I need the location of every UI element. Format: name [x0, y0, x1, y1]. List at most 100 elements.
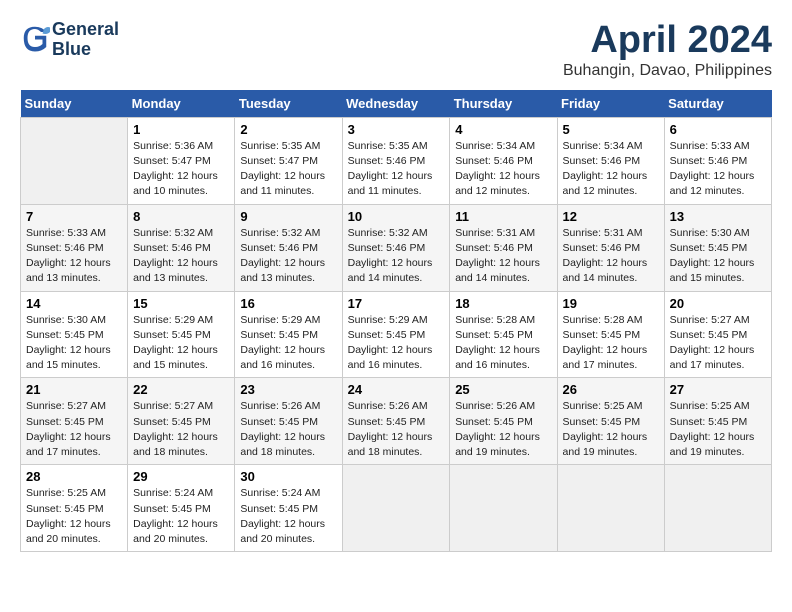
- day-number: 15: [133, 296, 229, 311]
- month-title: April 2024: [563, 20, 772, 62]
- calendar-cell: 30 Sunrise: 5:24 AMSunset: 5:45 PMDayligh…: [235, 465, 342, 552]
- calendar-week-row: 28 Sunrise: 5:25 AMSunset: 5:45 PMDayligh…: [21, 465, 772, 552]
- day-number: 13: [670, 209, 766, 224]
- calendar-week-row: 1 Sunrise: 5:36 AMSunset: 5:47 PMDaylight…: [21, 117, 772, 204]
- day-info: Sunrise: 5:26 AMSunset: 5:45 PMDaylight:…: [348, 399, 445, 460]
- day-number: 9: [240, 209, 336, 224]
- calendar-cell: 15Sunrise: 5:29 AMSunset: 5:45 PMDayligh…: [128, 291, 235, 378]
- calendar-cell: 27 Sunrise: 5:25 AMSunset: 5:45 PMDayligh…: [664, 378, 771, 465]
- day-number: 21: [26, 382, 122, 397]
- column-header-sunday: Sunday: [21, 90, 128, 118]
- day-number: 12: [563, 209, 659, 224]
- column-header-wednesday: Wednesday: [342, 90, 450, 118]
- logo-icon: [20, 23, 50, 53]
- day-number: 14: [26, 296, 122, 311]
- day-number: 7: [26, 209, 122, 224]
- day-number: 22: [133, 382, 229, 397]
- day-info: Sunrise: 5:35 AMSunset: 5:47 PMDaylight:…: [240, 139, 336, 200]
- day-info: Sunrise: 5:28 AMSunset: 5:45 PMDaylight:…: [563, 313, 659, 374]
- calendar-cell: 26Sunrise: 5:25 AMSunset: 5:45 PMDayligh…: [557, 378, 664, 465]
- calendar-cell: 6 Sunrise: 5:33 AMSunset: 5:46 PMDaylight…: [664, 117, 771, 204]
- day-info: Sunrise: 5:35 AMSunset: 5:46 PMDaylight:…: [348, 139, 445, 200]
- column-header-monday: Monday: [128, 90, 235, 118]
- calendar-cell: 28 Sunrise: 5:25 AMSunset: 5:45 PMDayligh…: [21, 465, 128, 552]
- day-info: Sunrise: 5:33 AMSunset: 5:46 PMDaylight:…: [26, 226, 122, 287]
- calendar-cell: 14 Sunrise: 5:30 AMSunset: 5:45 PMDayligh…: [21, 291, 128, 378]
- day-info: Sunrise: 5:25 AMSunset: 5:45 PMDaylight:…: [670, 399, 766, 460]
- day-number: 16: [240, 296, 336, 311]
- calendar-cell: 18 Sunrise: 5:28 AMSunset: 5:45 PMDayligh…: [450, 291, 557, 378]
- calendar-week-row: 14 Sunrise: 5:30 AMSunset: 5:45 PMDayligh…: [21, 291, 772, 378]
- day-info: Sunrise: 5:27 AMSunset: 5:45 PMDaylight:…: [670, 313, 766, 374]
- day-number: 8: [133, 209, 229, 224]
- day-number: 27: [670, 382, 766, 397]
- calendar-cell: 22 Sunrise: 5:27 AMSunset: 5:45 PMDayligh…: [128, 378, 235, 465]
- calendar-cell: 2 Sunrise: 5:35 AMSunset: 5:47 PMDaylight…: [235, 117, 342, 204]
- day-number: 11: [455, 209, 551, 224]
- logo-line2: Blue: [52, 40, 119, 60]
- day-number: 24: [348, 382, 445, 397]
- calendar-cell: [664, 465, 771, 552]
- day-info: Sunrise: 5:31 AMSunset: 5:46 PMDaylight:…: [455, 226, 551, 287]
- day-number: 10: [348, 209, 445, 224]
- title-block: April 2024 Buhangin, Davao, Philippines: [563, 20, 772, 80]
- calendar-cell: 5 Sunrise: 5:34 AMSunset: 5:46 PMDaylight…: [557, 117, 664, 204]
- calendar-cell: 17Sunrise: 5:29 AMSunset: 5:45 PMDayligh…: [342, 291, 450, 378]
- column-header-tuesday: Tuesday: [235, 90, 342, 118]
- calendar-cell: [21, 117, 128, 204]
- day-info: Sunrise: 5:27 AMSunset: 5:45 PMDaylight:…: [26, 399, 122, 460]
- day-number: 4: [455, 122, 551, 137]
- day-number: 30: [240, 469, 336, 484]
- logo: General Blue: [20, 20, 119, 60]
- day-info: Sunrise: 5:28 AMSunset: 5:45 PMDaylight:…: [455, 313, 551, 374]
- logo-text: General Blue: [52, 20, 119, 60]
- calendar-cell: 11 Sunrise: 5:31 AMSunset: 5:46 PMDayligh…: [450, 204, 557, 291]
- calendar-cell: 19Sunrise: 5:28 AMSunset: 5:45 PMDayligh…: [557, 291, 664, 378]
- day-number: 5: [563, 122, 659, 137]
- day-number: 1: [133, 122, 229, 137]
- calendar-week-row: 21 Sunrise: 5:27 AMSunset: 5:45 PMDayligh…: [21, 378, 772, 465]
- day-number: 18: [455, 296, 551, 311]
- location: Buhangin, Davao, Philippines: [563, 62, 772, 80]
- day-info: Sunrise: 5:25 AMSunset: 5:45 PMDaylight:…: [26, 486, 122, 547]
- day-number: 20: [670, 296, 766, 311]
- calendar-cell: 10 Sunrise: 5:32 AMSunset: 5:46 PMDayligh…: [342, 204, 450, 291]
- calendar-cell: 24 Sunrise: 5:26 AMSunset: 5:45 PMDayligh…: [342, 378, 450, 465]
- day-info: Sunrise: 5:32 AMSunset: 5:46 PMDaylight:…: [348, 226, 445, 287]
- column-header-thursday: Thursday: [450, 90, 557, 118]
- day-info: Sunrise: 5:29 AMSunset: 5:45 PMDaylight:…: [240, 313, 336, 374]
- calendar-cell: [450, 465, 557, 552]
- calendar-cell: 16 Sunrise: 5:29 AMSunset: 5:45 PMDayligh…: [235, 291, 342, 378]
- calendar-table: SundayMondayTuesdayWednesdayThursdayFrid…: [20, 90, 772, 552]
- calendar-cell: 8Sunrise: 5:32 AMSunset: 5:46 PMDaylight…: [128, 204, 235, 291]
- calendar-cell: 12 Sunrise: 5:31 AMSunset: 5:46 PMDayligh…: [557, 204, 664, 291]
- day-info: Sunrise: 5:27 AMSunset: 5:45 PMDaylight:…: [133, 399, 229, 460]
- column-header-friday: Friday: [557, 90, 664, 118]
- day-info: Sunrise: 5:32 AMSunset: 5:46 PMDaylight:…: [240, 226, 336, 287]
- day-info: Sunrise: 5:34 AMSunset: 5:46 PMDaylight:…: [455, 139, 551, 200]
- page-header: General Blue April 2024 Buhangin, Davao,…: [20, 20, 772, 80]
- day-info: Sunrise: 5:24 AMSunset: 5:45 PMDaylight:…: [133, 486, 229, 547]
- day-info: Sunrise: 5:30 AMSunset: 5:45 PMDaylight:…: [26, 313, 122, 374]
- day-number: 6: [670, 122, 766, 137]
- day-number: 2: [240, 122, 336, 137]
- day-info: Sunrise: 5:34 AMSunset: 5:46 PMDaylight:…: [563, 139, 659, 200]
- day-info: Sunrise: 5:25 AMSunset: 5:45 PMDaylight:…: [563, 399, 659, 460]
- day-number: 29: [133, 469, 229, 484]
- day-info: Sunrise: 5:33 AMSunset: 5:46 PMDaylight:…: [670, 139, 766, 200]
- day-number: 25: [455, 382, 551, 397]
- calendar-cell: 1 Sunrise: 5:36 AMSunset: 5:47 PMDaylight…: [128, 117, 235, 204]
- day-info: Sunrise: 5:30 AMSunset: 5:45 PMDaylight:…: [670, 226, 766, 287]
- day-info: Sunrise: 5:24 AMSunset: 5:45 PMDaylight:…: [240, 486, 336, 547]
- calendar-cell: 23Sunrise: 5:26 AMSunset: 5:45 PMDayligh…: [235, 378, 342, 465]
- day-info: Sunrise: 5:31 AMSunset: 5:46 PMDaylight:…: [563, 226, 659, 287]
- calendar-cell: 20 Sunrise: 5:27 AMSunset: 5:45 PMDayligh…: [664, 291, 771, 378]
- calendar-week-row: 7 Sunrise: 5:33 AMSunset: 5:46 PMDaylight…: [21, 204, 772, 291]
- day-info: Sunrise: 5:36 AMSunset: 5:47 PMDaylight:…: [133, 139, 229, 200]
- calendar-cell: 4 Sunrise: 5:34 AMSunset: 5:46 PMDaylight…: [450, 117, 557, 204]
- day-number: 3: [348, 122, 445, 137]
- day-number: 28: [26, 469, 122, 484]
- calendar-cell: 21 Sunrise: 5:27 AMSunset: 5:45 PMDayligh…: [21, 378, 128, 465]
- column-header-saturday: Saturday: [664, 90, 771, 118]
- calendar-cell: [557, 465, 664, 552]
